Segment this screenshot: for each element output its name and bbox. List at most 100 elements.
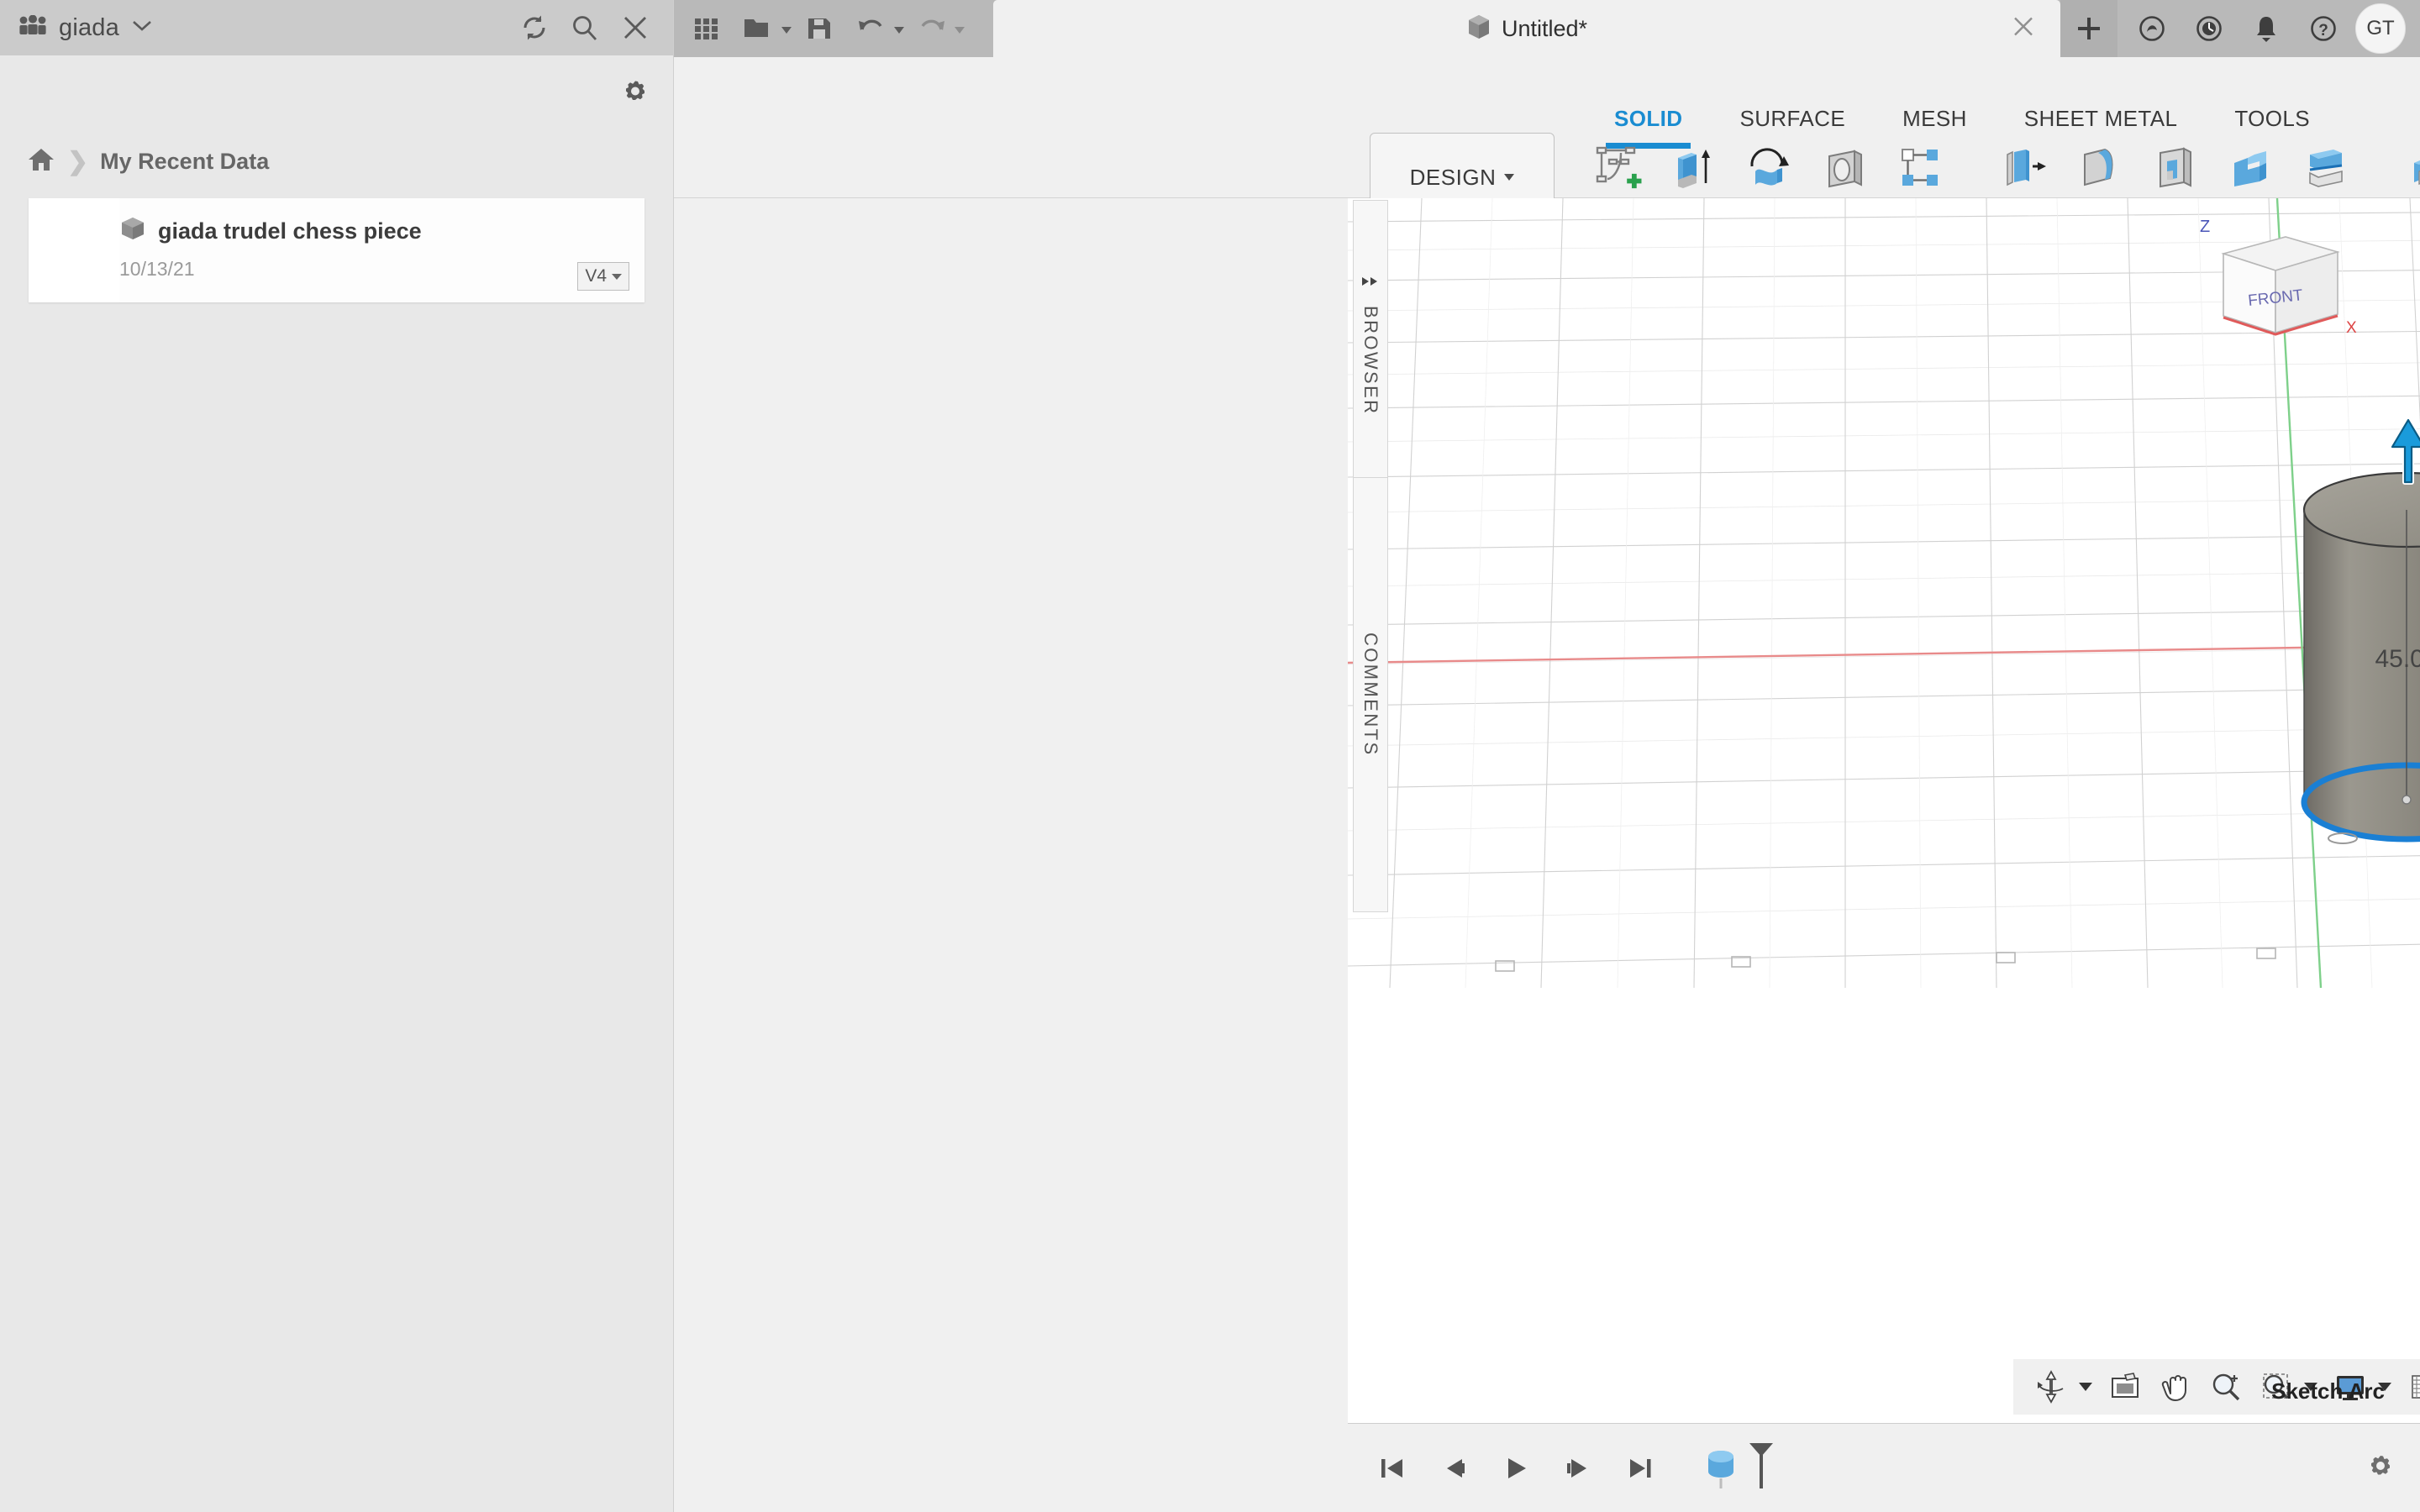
timeline-playback-controls — [1348, 1441, 1667, 1495]
recent-icon[interactable] — [2181, 0, 2237, 57]
recent-data-card[interactable]: giada trudel chess piece 10/13/21 V4 — [29, 198, 644, 302]
chevron-down-icon[interactable] — [781, 27, 792, 34]
revolve-icon[interactable] — [1733, 134, 1803, 200]
workspace-label: DESIGN — [1409, 164, 1497, 190]
hole-icon[interactable] — [1808, 134, 1879, 200]
quick-access-toolbar — [674, 0, 973, 57]
tab-solid[interactable]: SOLID — [1586, 106, 1711, 149]
svg-text:?: ? — [2318, 22, 2328, 39]
chevron-down-icon — [612, 273, 622, 280]
x-axis-line — [1348, 644, 2420, 664]
play-icon[interactable] — [1489, 1441, 1543, 1495]
undo-icon[interactable] — [847, 0, 896, 57]
home-icon[interactable] — [27, 146, 55, 177]
gear-icon[interactable] — [616, 72, 655, 111]
version-badge[interactable]: V4 — [577, 262, 629, 291]
breadcrumb: ❯ My Recent Data — [0, 128, 673, 186]
new-component-icon[interactable] — [2395, 134, 2420, 200]
go-to-end-icon[interactable] — [1613, 1441, 1667, 1495]
panel-create-tools — [1581, 134, 1954, 200]
job-status-icon[interactable] — [2124, 0, 2180, 57]
canvas-3d-scene: 45.00 — [1348, 198, 2420, 989]
sidebar-item-comments[interactable]: COMMENTS — [1353, 477, 1388, 912]
chevron-down-icon[interactable] — [2079, 1383, 2092, 1391]
viewcube-axis-z: Z — [2200, 218, 2210, 236]
chevron-down-icon[interactable] — [131, 19, 153, 37]
viewcube[interactable]: Z FRONT X — [2193, 215, 2361, 383]
offset-face-icon[interactable] — [2291, 134, 2361, 200]
chevron-down-icon[interactable] — [955, 27, 965, 34]
tab-mesh[interactable]: MESH — [1874, 106, 1996, 132]
ribbon: SOLID SURFACE MESH SHEET METAL TOOLS DES… — [674, 57, 2420, 228]
cylinder-height-label: 45.00 — [2375, 645, 2420, 673]
avatar[interactable]: GT — [2353, 0, 2408, 57]
go-to-beginning-icon[interactable] — [1365, 1441, 1418, 1495]
data-panel: giada ❯ My Recent Data giada trudel ches… — [0, 0, 674, 1512]
save-icon[interactable] — [795, 0, 844, 57]
card-thumbnail — [29, 198, 119, 302]
document-tab-inner: Untitled* — [1466, 13, 1587, 45]
press-pull-icon[interactable] — [1988, 134, 2059, 200]
breadcrumb-current[interactable]: My Recent Data — [100, 149, 269, 175]
shell-icon[interactable] — [2139, 134, 2210, 200]
tab-tools[interactable]: TOOLS — [2206, 106, 2338, 132]
chevron-down-icon — [1504, 174, 1515, 181]
side-tab-strip: BROWSER COMMENTS — [1353, 200, 1388, 912]
card-body: giada trudel chess piece 10/13/21 V4 — [119, 198, 644, 302]
design-cube-icon — [1466, 13, 1491, 45]
grid-icon[interactable] — [682, 0, 731, 57]
extrude-icon[interactable] — [1657, 134, 1728, 200]
combine-icon[interactable] — [2215, 134, 2286, 200]
people-icon — [18, 14, 47, 41]
create-sketch-icon[interactable] — [1581, 134, 1652, 200]
new-file-icon[interactable] — [734, 0, 783, 57]
chevron-down-icon[interactable] — [894, 27, 904, 34]
step-back-icon[interactable] — [1427, 1441, 1481, 1495]
panel-assemble-tools — [2395, 134, 2420, 200]
card-date: 10/13/21 — [119, 258, 195, 280]
look-at-icon[interactable] — [2101, 1362, 2149, 1411]
fusion-main: Untitled* ? GT SOLID SURFACE MESH SHEET … — [674, 0, 2420, 1512]
fillet-icon[interactable] — [2064, 134, 2134, 200]
close-icon[interactable] — [616, 8, 655, 47]
fusion360-window: giada ❯ My Recent Data giada trudel ches… — [0, 0, 2420, 1512]
expand-icon — [1360, 270, 1381, 292]
help-icon[interactable]: ? — [2296, 0, 2351, 57]
document-tab[interactable]: Untitled* — [993, 0, 2060, 57]
timeline-features — [1701, 1440, 1776, 1496]
version-label: V4 — [585, 266, 607, 286]
sidebar-item-browser[interactable]: BROWSER — [1353, 200, 1388, 477]
close-icon[interactable] — [2012, 15, 2035, 43]
zoom-icon[interactable] — [2202, 1362, 2250, 1411]
pattern-icon[interactable] — [1884, 134, 1954, 200]
hub-name[interactable]: giada — [59, 14, 119, 42]
titlebar-right-icons: ? GT — [2124, 0, 2420, 57]
card-title-text: giada trudel chess piece — [158, 218, 422, 244]
step-forward-icon[interactable] — [1551, 1441, 1605, 1495]
search-icon[interactable] — [566, 8, 604, 47]
viewcube-axis-x: X — [2346, 319, 2357, 337]
new-tab-button[interactable] — [2060, 0, 2118, 57]
tab-sheet-metal[interactable]: SHEET METAL — [1996, 106, 2207, 132]
notifications-icon[interactable] — [2238, 0, 2294, 57]
redo-icon[interactable] — [908, 0, 956, 57]
breadcrumb-chevron-icon: ❯ — [67, 147, 89, 176]
grid-snap-icon[interactable] — [2400, 1362, 2420, 1411]
gear-icon[interactable] — [2365, 1450, 2396, 1486]
card-title-row: giada trudel chess piece — [119, 215, 644, 248]
refresh-icon[interactable] — [515, 8, 554, 47]
comments-tab-label: COMMENTS — [1360, 633, 1381, 757]
extrude-feature-icon[interactable] — [1701, 1440, 1746, 1496]
app-titlebar: Untitled* ? GT — [674, 0, 2420, 57]
orbit-icon[interactable] — [2027, 1362, 2075, 1411]
data-panel-settings-row — [0, 55, 673, 128]
tab-surface[interactable]: SURFACE — [1711, 106, 1874, 132]
panel-modify-tools — [1988, 134, 2361, 200]
end-marker-icon[interactable] — [1746, 1440, 1776, 1496]
browser-tab-label: BROWSER — [1360, 306, 1381, 416]
ribbon-tabs: SOLID SURFACE MESH SHEET METAL TOOLS — [1586, 106, 2338, 149]
design-canvas[interactable]: 45.00 Z — [1348, 198, 2420, 1512]
avatar-initials: GT — [2355, 3, 2406, 54]
document-title: Untitled* — [1501, 15, 1588, 41]
pan-icon[interactable] — [2151, 1362, 2200, 1411]
